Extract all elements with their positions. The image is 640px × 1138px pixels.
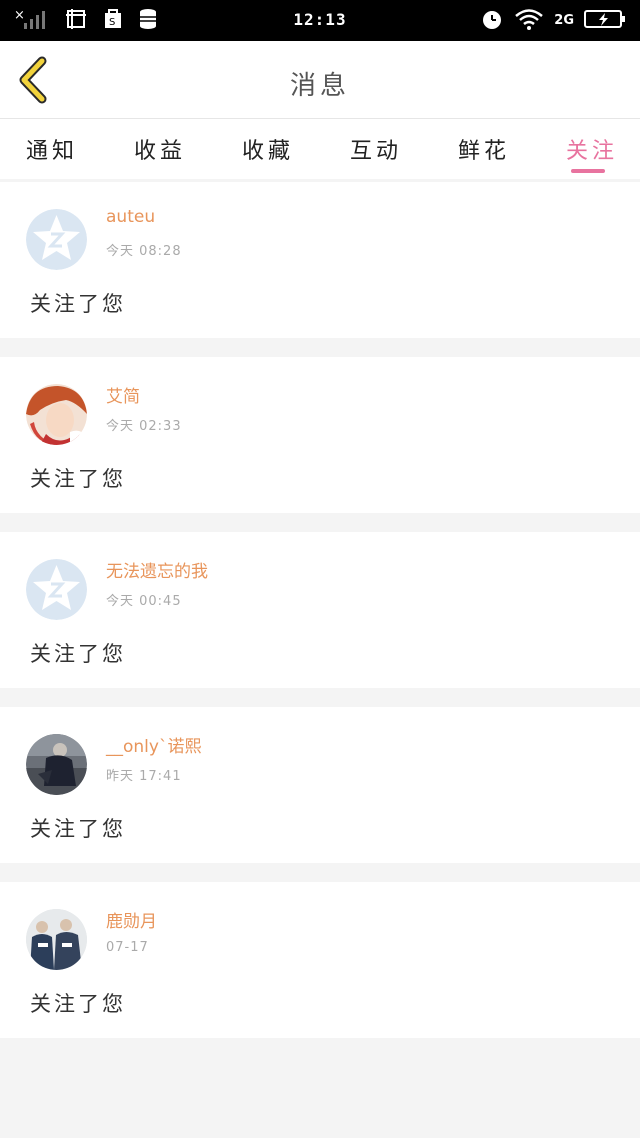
message-text: 关注了您 (30, 467, 126, 491)
avatar[interactable] (26, 559, 87, 620)
status-right: 2G (480, 9, 626, 33)
message-text: 关注了您 (30, 642, 126, 666)
username[interactable]: __only`诺熙 (106, 732, 201, 757)
status-bar: × S 12:13 2G (0, 0, 640, 41)
network-type-icon: 2G (554, 13, 574, 28)
tab-bar: 通知 收益 收藏 互动 鲜花 关注 (0, 119, 640, 179)
tab-notifications[interactable]: 通知 (26, 133, 78, 165)
username[interactable]: 无法遗忘的我 (106, 557, 208, 582)
timestamp: 今天 00:45 (106, 594, 182, 609)
timestamp: 07-17 (106, 940, 149, 955)
username[interactable]: auteu (106, 207, 155, 227)
active-tab-indicator (571, 169, 605, 173)
tab-earnings[interactable]: 收益 (134, 133, 186, 165)
avatar[interactable] (26, 209, 87, 270)
list-item[interactable]: 无法遗忘的我 今天 00:45 关注了您 (0, 532, 640, 688)
photo-avatar-icon (26, 734, 87, 795)
avatar[interactable] (26, 734, 87, 795)
username[interactable]: 鹿勋月 (106, 907, 157, 932)
page-title: 消息 (289, 71, 350, 101)
anime-avatar-icon (26, 384, 87, 445)
battery-icon (584, 7, 626, 35)
timestamp: 今天 02:33 (106, 419, 182, 434)
avatar[interactable] (26, 909, 87, 970)
wifi-icon (514, 7, 544, 35)
timestamp: 今天 08:28 (106, 244, 182, 259)
tab-flowers[interactable]: 鲜花 (458, 133, 510, 165)
tab-follows[interactable]: 关注 (566, 133, 618, 165)
timestamp: 昨天 17:41 (106, 769, 182, 784)
alarm-icon (480, 7, 504, 35)
message-text: 关注了您 (30, 992, 126, 1016)
tab-favorites[interactable]: 收藏 (242, 133, 294, 165)
default-star-avatar-icon (26, 209, 87, 270)
list-item[interactable]: __only`诺熙 昨天 17:41 关注了您 (0, 707, 640, 863)
avatar[interactable] (26, 384, 87, 445)
message-text: 关注了您 (30, 817, 126, 841)
list-item[interactable]: 艾简 今天 02:33 关注了您 (0, 357, 640, 513)
list-item[interactable]: auteu 今天 08:28 关注了您 (0, 182, 640, 338)
default-star-avatar-icon (26, 559, 87, 620)
group-photo-avatar-icon (26, 909, 87, 970)
tab-interactions[interactable]: 互动 (350, 133, 402, 165)
header: 消息 (0, 41, 640, 119)
list-item[interactable]: 鹿勋月 07-17 关注了您 (0, 882, 640, 1038)
username[interactable]: 艾简 (106, 382, 140, 407)
message-text: 关注了您 (30, 292, 126, 316)
